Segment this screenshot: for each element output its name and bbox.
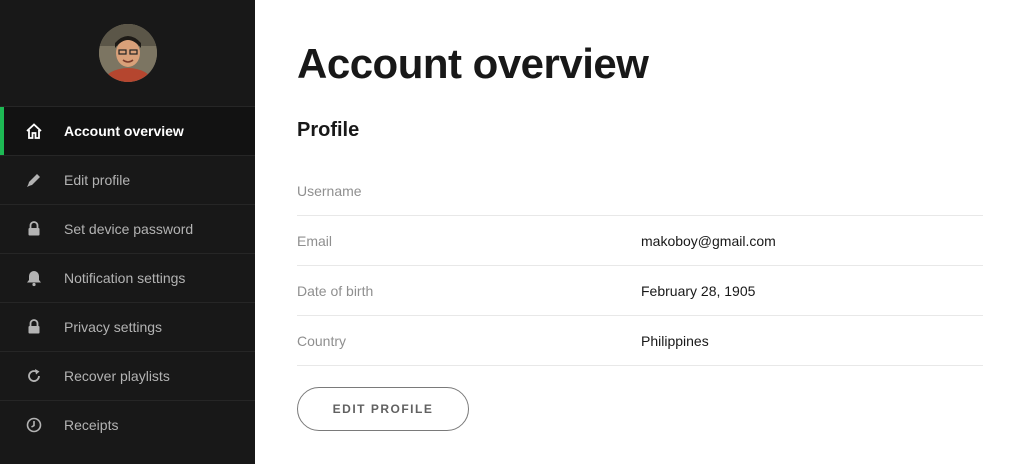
profile-row-date-of-birth: Date of birth February 28, 1905 [297,266,983,316]
pencil-icon [25,171,43,189]
sidebar-item-label: Recover playlists [64,368,170,384]
sidebar-item-recover-playlists[interactable]: Recover playlists [0,351,255,400]
profile-row-username: Username [297,166,983,216]
sidebar-item-edit-profile[interactable]: Edit profile [0,155,255,204]
row-value: makoboy@gmail.com [641,232,776,249]
section-title: Profile [297,119,360,141]
sidebar-item-label: Edit profile [64,172,131,188]
row-value: Philippines [641,332,709,349]
sidebar-nav: Account overview Edit profile Set device… [0,106,255,449]
sidebar-item-set-device-password[interactable]: Set device password [0,204,255,253]
page-title: Account overview [297,40,649,87]
profile-table: Username Email makoboy@gmail.com Date of… [297,166,983,366]
sidebar-item-privacy-settings[interactable]: Privacy settings [0,302,255,351]
home-icon [25,122,43,140]
app-root: Account overview Edit profile Set device… [0,0,1024,464]
sidebar-item-notification-settings[interactable]: Notification settings [0,253,255,302]
sidebar-item-label: Set device password [64,221,194,237]
edit-profile-button[interactable]: EDIT PROFILE [297,387,469,431]
avatar-container [0,0,255,106]
avatar[interactable] [98,24,157,82]
sidebar-item-account-overview[interactable]: Account overview [0,106,255,155]
profile-row-country: Country Philippines [297,316,983,366]
clock-icon [25,416,43,434]
row-label: Email [297,232,333,249]
sidebar-item-label: Receipts [64,417,119,433]
row-label: Country [297,332,347,349]
sidebar-item-label: Account overview [64,123,184,139]
sidebar: Account overview Edit profile Set device… [0,0,255,464]
refresh-icon [25,367,43,385]
row-label: Username [297,182,362,199]
sidebar-item-label: Notification settings [64,270,186,286]
main-content: Account overview Profile Username Email … [255,0,1024,464]
row-label: Date of birth [297,282,374,299]
sidebar-item-label: Privacy settings [64,319,163,335]
bell-icon [25,269,43,287]
profile-row-email: Email makoboy@gmail.com [297,216,983,266]
sidebar-item-receipts[interactable]: Receipts [0,400,255,449]
row-value: February 28, 1905 [641,282,756,299]
lock-icon [25,220,43,238]
lock-icon [25,318,43,336]
avatar-image [98,24,157,82]
